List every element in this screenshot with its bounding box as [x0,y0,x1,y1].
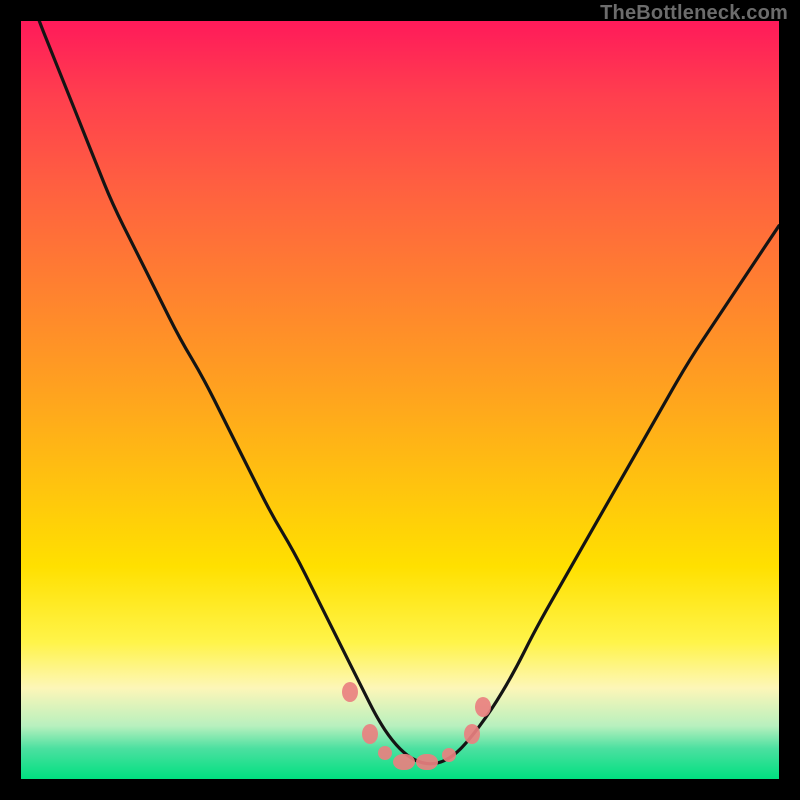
data-marker [378,746,392,760]
data-marker [393,754,415,770]
data-marker [416,754,438,770]
data-marker [342,682,358,702]
watermark-text: TheBottleneck.com [600,2,788,25]
chart-plot-area [21,21,779,779]
bottleneck-curve [21,21,779,779]
data-marker [475,697,491,717]
data-marker [442,748,456,762]
data-marker [362,724,378,744]
data-marker [464,724,480,744]
